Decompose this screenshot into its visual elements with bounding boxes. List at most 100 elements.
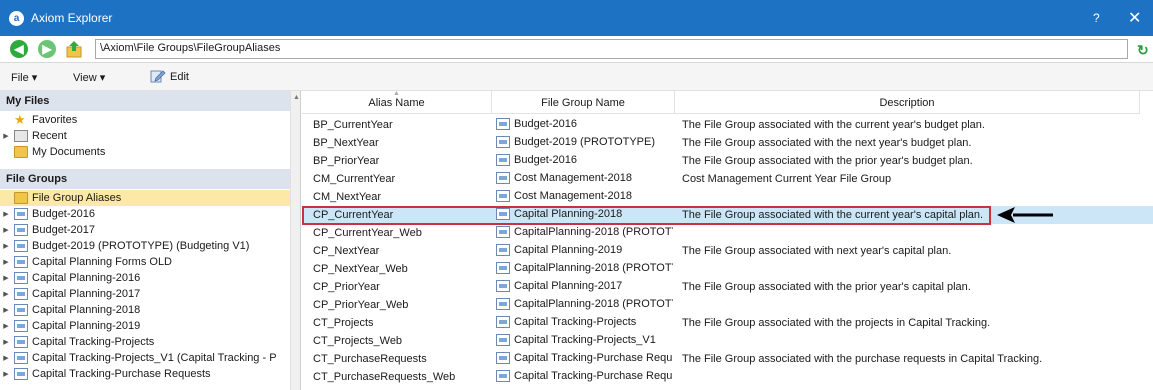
alias-name-cell: BP_PriorYear — [313, 155, 380, 167]
expand-arrow-icon[interactable]: ▶ — [1, 132, 11, 140]
file-group-name: Capital Tracking-Purchase Requ — [514, 352, 673, 364]
tree-item[interactable]: ▶ Capital Planning-2017 — [0, 286, 290, 302]
refresh-icon[interactable]: ↻ — [1137, 42, 1149, 59]
expand-arrow-icon[interactable]: ▶ — [1, 322, 11, 330]
tree-item[interactable]: ▶ Budget-2019 (PROTOTYPE) (Budgeting V1) — [0, 238, 290, 254]
tree-item[interactable]: ▶ Capital Planning-2018 — [0, 302, 290, 318]
edit-menu[interactable]: Edit — [170, 71, 189, 83]
expand-arrow-icon[interactable]: ▶ — [1, 338, 11, 346]
column-header-alias[interactable]: ▲ Alias Name — [302, 91, 492, 114]
alias-name-cell: CT_Projects_Web — [313, 335, 403, 347]
tree-item[interactable]: ▶ Capital Tracking-Projects — [0, 334, 290, 350]
tree-item[interactable]: ▶ Capital Tracking-Projects_V1 (Capital T… — [0, 350, 290, 366]
file-group-cell: Capital Tracking-Purchase Requ — [496, 352, 673, 364]
column-header-label: File Group Name — [541, 97, 625, 109]
scroll-up-icon[interactable]: ▲ — [293, 94, 300, 101]
alias-name-cell: CP_CurrentYear_Web — [313, 227, 422, 239]
expand-arrow-icon[interactable]: ▶ — [1, 290, 11, 298]
expand-arrow-icon[interactable]: ▶ — [1, 274, 11, 282]
edit-icon[interactable] — [150, 68, 166, 84]
file-group-name: Capital Planning-2017 — [514, 280, 623, 292]
path-input[interactable]: \Axiom\File Groups\FileGroupAliases — [95, 39, 1128, 59]
tree-item-label: Capital Planning-2018 — [32, 304, 141, 316]
table-row[interactable]: CP_NextYear Capital Planning-2019 The File… — [302, 242, 1153, 260]
close-button[interactable]: ✕ — [1128, 8, 1141, 28]
file-group-cell: CapitalPlanning-2018 (PROTOTY — [496, 226, 673, 238]
vertical-scrollbar[interactable]: ▲ — [290, 91, 300, 390]
file-group-cell: Budget-2016 — [496, 118, 673, 130]
tree-item[interactable]: File Group Aliases — [0, 190, 290, 206]
tree-item[interactable]: ▶ Capital Planning-2019 — [0, 318, 290, 334]
file-group-name: CapitalPlanning-2018 (PROTOTY — [514, 298, 673, 310]
column-header-description[interactable]: Description — [675, 91, 1140, 114]
file-group-icon — [14, 368, 28, 380]
expand-arrow-icon[interactable]: ▶ — [1, 354, 11, 362]
file-group-icon — [496, 298, 510, 310]
expand-arrow-icon[interactable]: ▶ — [1, 306, 11, 314]
tree-item-label: Recent — [32, 130, 67, 142]
alias-name-cell: CP_PriorYear — [313, 281, 380, 293]
navigation-pane: My Files ★ Favorites ▶ Recent My Documents F… — [0, 91, 301, 390]
folder-icon — [14, 192, 28, 204]
table-row[interactable]: CP_PriorYear Capital Planning-2017 The Fil… — [302, 278, 1153, 296]
table-row[interactable]: CT_PurchaseRequests_Web Capital Tracking-… — [302, 368, 1153, 386]
column-header-label: Alias Name — [368, 97, 425, 109]
file-menu[interactable]: File ▾ — [11, 71, 37, 84]
alias-name-cell: CT_PurchaseRequests — [313, 353, 427, 365]
file-group-icon — [496, 226, 510, 238]
file-group-cell: Budget-2019 (PROTOTYPE) — [496, 136, 673, 148]
tree-item-label: File Group Aliases — [32, 192, 122, 204]
table-row[interactable]: CM_CurrentYear Cost Management-2018 Cost M… — [302, 170, 1153, 188]
file-group-icon — [496, 172, 510, 184]
view-menu[interactable]: View ▾ — [73, 71, 105, 84]
tree-item[interactable]: ▶ Capital Planning Forms OLD — [0, 254, 290, 270]
expand-arrow-icon[interactable]: ▶ — [1, 370, 11, 378]
table-row[interactable]: CT_Projects Capital Tracking-Projects The … — [302, 314, 1153, 332]
sort-ascending-icon: ▲ — [393, 91, 400, 97]
expand-arrow-icon[interactable]: ▶ — [1, 258, 11, 266]
table-row[interactable]: CP_CurrentYear_Web CapitalPlanning-2018 (… — [302, 224, 1153, 242]
my-files-header: My Files — [0, 91, 290, 111]
file-group-icon — [496, 244, 510, 256]
file-group-name: Capital Planning-2019 — [514, 244, 623, 256]
column-header-file-group[interactable]: File Group Name — [492, 91, 675, 114]
table-row[interactable]: BP_PriorYear Budget-2016 The File Group as… — [302, 152, 1153, 170]
tree-item[interactable]: ▶ Recent — [0, 128, 290, 144]
file-group-icon — [496, 370, 510, 382]
table-row[interactable]: BP_NextYear Budget-2019 (PROTOTYPE) The Fi… — [302, 134, 1153, 152]
table-row[interactable]: CT_PurchaseRequests Capital Tracking-Purc… — [302, 350, 1153, 368]
tree-item-label: Capital Planning-2017 — [32, 288, 141, 300]
tree-item[interactable]: ★ Favorites — [0, 112, 290, 128]
file-group-name: Budget-2016 — [514, 154, 577, 166]
help-button[interactable]: ? — [1093, 11, 1100, 25]
file-group-name: Cost Management-2018 — [514, 172, 633, 184]
folder-up-icon[interactable] — [66, 40, 82, 58]
table-row[interactable]: CT_Projects_Web Capital Tracking-Projects… — [302, 332, 1153, 350]
expand-arrow-icon[interactable]: ▶ — [1, 226, 11, 234]
tree-item[interactable]: ▶ Budget-2016 — [0, 206, 290, 222]
file-group-cell: Cost Management-2018 — [496, 172, 673, 184]
description-cell: The File Group associated with the purch… — [682, 353, 1043, 365]
table-row[interactable]: CP_NextYear_Web CapitalPlanning-2018 (PRO… — [302, 260, 1153, 278]
alias-name-cell: CP_NextYear — [313, 245, 380, 257]
file-group-name: Capital Tracking-Purchase Requ — [514, 370, 673, 382]
table-row[interactable]: BP_CurrentYear Budget-2016 The File Group … — [302, 116, 1153, 134]
file-groups-header: File Groups — [0, 169, 290, 189]
tree-item[interactable]: ▶ Capital Planning-2016 — [0, 270, 290, 286]
tree-item[interactable]: My Documents — [0, 144, 290, 160]
back-button[interactable]: ◀ — [10, 40, 28, 58]
table-row[interactable]: CP_PriorYear_Web CapitalPlanning-2018 (PR… — [302, 296, 1153, 314]
title-bar: a Axiom Explorer ? ✕ — [0, 0, 1153, 36]
alias-name-cell: BP_CurrentYear — [313, 119, 393, 131]
tree-item-label: Capital Planning-2016 — [32, 272, 141, 284]
window-title: Axiom Explorer — [31, 11, 113, 25]
tree-item[interactable]: ▶ Capital Tracking-Purchase Requests — [0, 366, 290, 382]
alias-name-cell: CT_Projects — [313, 317, 374, 329]
expand-arrow-icon[interactable]: ▶ — [1, 210, 11, 218]
tree-item[interactable]: ▶ Budget-2017 — [0, 222, 290, 238]
file-group-cell: Capital Tracking-Projects_V1 — [496, 334, 673, 346]
expand-arrow-icon[interactable]: ▶ — [1, 242, 11, 250]
file-group-cell: Capital Tracking-Projects — [496, 316, 673, 328]
alias-name-cell: CP_PriorYear_Web — [313, 299, 409, 311]
forward-button[interactable]: ▶ — [38, 40, 56, 58]
